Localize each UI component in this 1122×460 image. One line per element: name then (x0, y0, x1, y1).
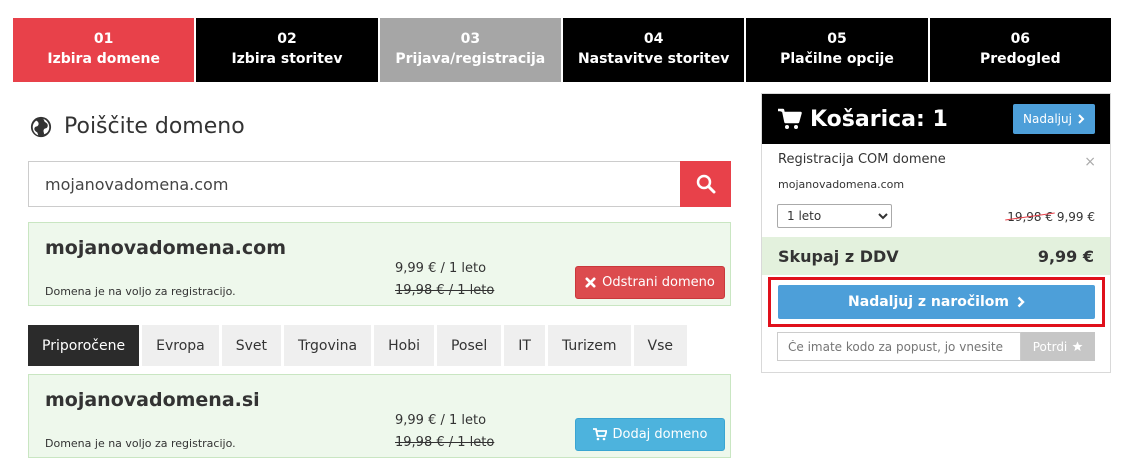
domain-search (28, 161, 731, 207)
add-domain-label: Dodaj domeno (612, 427, 708, 442)
promo-code-input[interactable] (777, 332, 1021, 361)
step-label: Plačilne opcije (780, 51, 894, 67)
domain-result-card: mojanovadomena.com Domena je na voljo za… (28, 222, 731, 306)
domain-name: mojanovadomena.com (45, 237, 286, 259)
total-label: Skupaj z DDV (778, 246, 899, 266)
cart-header: Košarica: 1 Nadaljuj (762, 94, 1110, 144)
tab-recommended[interactable]: Priporočene (28, 325, 140, 366)
tld-category-tabs: Priporočene Evropa Svet Trgovina Hobi Po… (28, 325, 688, 366)
cart-item-prices: 19,98 € 9,99 € (1007, 210, 1095, 224)
checkout-highlight: Nadaljuj z naročilom (768, 277, 1105, 327)
cart-price-new: 9,99 € (1056, 210, 1095, 224)
promo-apply-label: Potrdi (1032, 339, 1068, 354)
step-preview[interactable]: 06 Predogled (929, 18, 1111, 82)
step-label: Predogled (979, 51, 1061, 67)
step-service-settings[interactable]: 04 Nastavitve storitev (562, 18, 747, 82)
domain-name: mojanovadomena.si (45, 389, 260, 411)
domain-suggestion-card: mojanovadomena.si Domena je na voljo za … (28, 374, 731, 458)
availability-note: Domena je na voljo za registracijo. (45, 285, 236, 298)
period-select[interactable]: 1 leto (777, 204, 892, 228)
price-current: 9,99 € / 1 leto (395, 261, 487, 276)
step-label: Prijava/registracija (395, 51, 546, 67)
cart-continue-button[interactable]: Nadaljuj (1013, 104, 1095, 134)
tab-world[interactable]: Svet (221, 325, 282, 366)
tab-all[interactable]: Vse (633, 325, 688, 366)
checkout-steps: 01 Izbira domene 02 Izbira storitev 03 P… (13, 18, 1111, 82)
cart-price-old: 19,98 € (1007, 210, 1053, 224)
price-old: 19,98 € / 1 leto (395, 283, 495, 298)
cart-icon (592, 428, 607, 441)
search-button[interactable] (680, 161, 731, 207)
tab-business[interactable]: Posel (436, 325, 502, 366)
step-domain-selection[interactable]: 01 Izbira domene (13, 18, 197, 82)
cart-item-domain: mojanovadomena.com (778, 178, 905, 191)
tab-europe[interactable]: Evropa (142, 325, 219, 366)
remove-item-icon[interactable]: × (1084, 154, 1096, 170)
add-domain-button[interactable]: Dodaj domeno (575, 418, 725, 451)
tab-shop[interactable]: Trgovina (284, 325, 372, 366)
star-icon (1072, 341, 1083, 351)
step-login-registration[interactable]: 03 Prijava/registracija (379, 18, 563, 82)
promo-apply-button[interactable]: Potrdi (1021, 332, 1095, 361)
total-value: 9,99 € (1037, 246, 1094, 266)
tab-hobby[interactable]: Hobi (374, 325, 434, 366)
chevron-right-icon (1078, 114, 1085, 124)
search-heading: Poiščite domeno (30, 114, 245, 139)
cart-panel: Košarica: 1 Nadaljuj Registracija COM do… (761, 93, 1111, 373)
checkout-button[interactable]: Nadaljuj z naročilom (778, 285, 1095, 319)
step-number: 05 (827, 31, 847, 47)
checkout-label: Nadaljuj z naročilom (848, 294, 1009, 310)
cart-title: Košarica: 1 (810, 106, 948, 132)
step-label: Izbira domene (47, 51, 160, 67)
step-number: 03 (460, 31, 481, 47)
step-number: 01 (93, 31, 114, 47)
tab-tourism[interactable]: Turizem (547, 325, 631, 366)
tab-it[interactable]: IT (504, 325, 545, 366)
cart-icon (778, 108, 802, 129)
step-label: Nastavitve storitev (577, 51, 730, 67)
availability-note: Domena je na voljo za registracijo. (45, 437, 236, 450)
search-icon (696, 174, 715, 194)
search-input[interactable] (28, 161, 680, 207)
step-payment-options[interactable]: 05 Plačilne opcije (746, 18, 930, 82)
chevron-right-icon (1017, 296, 1025, 308)
cart-item-title: Registracija COM domene (778, 152, 946, 167)
price-current: 9,99 € / 1 leto (395, 413, 487, 428)
close-icon (585, 277, 596, 288)
step-services-selection[interactable]: 02 Izbira storitev (196, 18, 380, 82)
step-number: 04 (643, 31, 664, 47)
step-number: 02 (277, 31, 297, 47)
globe-icon (30, 116, 52, 137)
page-title: Poiščite domeno (64, 114, 245, 139)
cart-total-row: Skupaj z DDV 9,99 € (762, 237, 1110, 275)
cart-continue-label: Nadaljuj (1023, 112, 1072, 126)
step-label: Izbira storitev (231, 51, 343, 67)
remove-domain-label: Odstrani domeno (602, 275, 715, 290)
remove-domain-button[interactable]: Odstrani domeno (575, 266, 725, 299)
price-old: 19,98 € / 1 leto (395, 435, 495, 450)
step-number: 06 (1010, 31, 1031, 47)
